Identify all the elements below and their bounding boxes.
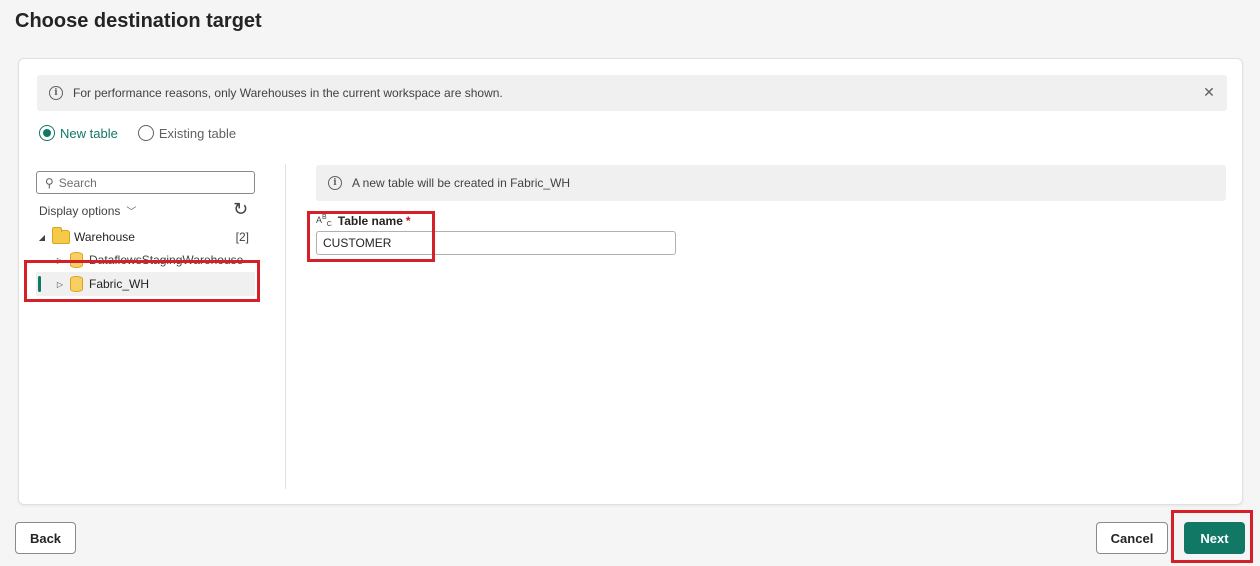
tree-item-dataflows-staging[interactable]: ▷ DataflowsStagingWarehouse	[36, 248, 255, 272]
chevron-down-icon: ﹀	[126, 207, 137, 218]
table-name-label: ABC Table name *	[316, 213, 411, 228]
radio-existing-table[interactable]: Existing table	[137, 125, 236, 141]
banner-text: For performance reasons, only Warehouses…	[73, 86, 503, 100]
table-mode-radio-group: New table Existing table	[39, 125, 256, 141]
text-type-icon: ABC	[316, 214, 332, 228]
collapsed-caret-icon[interactable]: ▷	[54, 280, 66, 289]
cancel-button[interactable]: Cancel	[1096, 522, 1168, 554]
display-options-dropdown[interactable]: Display options ﹀	[39, 203, 137, 219]
radio-checked-icon	[39, 125, 55, 141]
expanded-caret-icon[interactable]: ◢	[36, 233, 48, 242]
selection-indicator	[38, 276, 41, 292]
navigator-pane: ⚲ Search Display options ﹀ ↻ ◢ Warehouse…	[19, 159, 285, 489]
info-icon: i	[49, 86, 63, 100]
details-pane: i A new table will be created in Fabric_…	[316, 165, 1228, 255]
database-icon	[70, 276, 83, 292]
new-table-info-banner: i A new table will be created in Fabric_…	[316, 165, 1226, 201]
radio-new-table[interactable]: New table	[39, 125, 118, 141]
search-placeholder: Search	[58, 175, 97, 190]
item-count: [2]	[235, 230, 249, 244]
performance-banner: i For performance reasons, only Warehous…	[37, 75, 1227, 111]
info-icon: i	[328, 176, 342, 190]
folder-icon	[52, 227, 70, 244]
search-input[interactable]: ⚲ Search	[36, 171, 255, 194]
back-button[interactable]: Back	[15, 522, 76, 554]
table-name-input[interactable]	[316, 231, 676, 255]
pane-divider	[285, 164, 286, 489]
database-icon	[70, 252, 83, 268]
refresh-icon[interactable]: ↻	[233, 199, 248, 220]
collapsed-caret-icon[interactable]: ▷	[54, 256, 66, 265]
radio-unchecked-icon	[137, 125, 154, 141]
tree-item-warehouse[interactable]: ◢ Warehouse [2]	[36, 225, 255, 249]
close-icon[interactable]: ✕	[1201, 84, 1217, 100]
next-button[interactable]: Next	[1184, 522, 1245, 554]
destination-card: i For performance reasons, only Warehous…	[18, 58, 1243, 505]
tree-item-fabric-wh[interactable]: ▷ Fabric_WH	[36, 272, 255, 296]
search-icon: ⚲	[45, 175, 54, 190]
page-title: Choose destination target	[15, 10, 262, 32]
